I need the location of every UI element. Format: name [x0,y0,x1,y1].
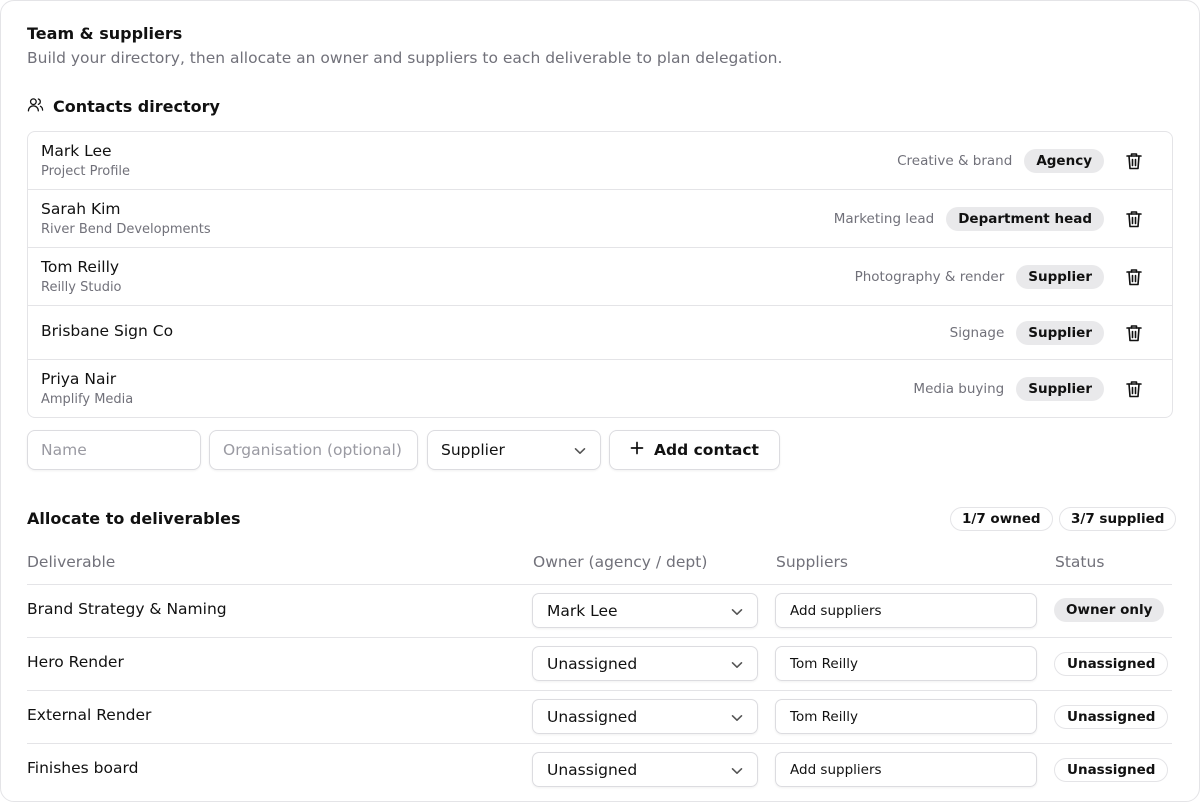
contact-type-value: Supplier [441,441,505,459]
status-badge: Unassigned [1054,652,1169,676]
contact-role: Signage [949,324,1005,341]
contact-row: Sarah Kim River Bend Developments Market… [28,190,1172,248]
contact-row: Mark Lee Project Profile Creative & bran… [28,132,1172,190]
contact-row: Brisbane Sign Co Signage Supplier [28,306,1172,360]
contact-row: Priya Nair Amplify Media Media buying Su… [28,360,1172,417]
contact-type-badge: Agency [1024,148,1104,173]
column-header-owner: Owner (agency / dept) [533,553,708,571]
column-header-status: Status [1055,553,1105,571]
contact-row: Tom Reilly Reilly Studio Photography & r… [28,248,1172,306]
divider [27,584,1172,585]
contact-type-badge: Department head [946,206,1104,231]
chevron-down-icon [574,441,586,459]
suppliers-field[interactable]: Add suppliers [775,593,1037,628]
name-input-placeholder: Name [41,441,87,459]
contact-organisation: Reilly Studio [41,280,122,295]
page-subtitle: Build your directory, then allocate an o… [27,49,783,67]
divider [27,690,1172,691]
add-contact-button[interactable]: Add contact [609,430,780,470]
column-header-deliverable: Deliverable [27,553,116,571]
page-title: Team & suppliers [27,24,183,43]
contacts-list: Mark Lee Project Profile Creative & bran… [27,131,1173,418]
status-badge: Unassigned [1054,758,1169,782]
contact-organisation: Amplify Media [41,392,134,407]
chevron-down-icon [731,708,743,726]
owner-select[interactable]: Mark Lee [532,593,758,628]
contact-type-select[interactable]: Supplier [427,430,601,470]
contact-name: Priya Nair [41,370,117,388]
allocate-deliverables-title: Allocate to deliverables [27,509,241,528]
divider [27,637,1172,638]
owner-select[interactable]: Unassigned [532,699,758,734]
suppliers-value: Add suppliers [790,761,882,778]
column-header-suppliers: Suppliers [776,553,848,571]
trash-icon[interactable] [1126,324,1142,342]
contact-type-badge: Supplier [1016,264,1104,289]
contact-name: Sarah Kim [41,200,121,218]
contact-role: Media buying [913,380,1005,397]
suppliers-field[interactable]: Tom Reilly [775,646,1037,681]
contact-name: Mark Lee [41,142,112,160]
trash-icon[interactable] [1126,268,1142,286]
supplied-count-badge: 3/7 supplied [1059,507,1177,531]
name-input[interactable]: Name [27,430,201,470]
owner-value: Unassigned [547,654,638,673]
deliverable-name: Hero Render [27,653,124,671]
trash-icon[interactable] [1126,210,1142,228]
plus-icon [630,441,644,459]
suppliers-value: Tom Reilly [790,708,858,725]
owned-count-badge: 1/7 owned [950,507,1053,531]
chevron-down-icon [731,761,743,779]
owner-value: Unassigned [547,760,638,779]
contact-type-badge: Supplier [1016,320,1104,345]
trash-icon[interactable] [1126,380,1142,398]
contacts-directory-heading: Contacts directory [27,96,220,117]
divider [27,743,1172,744]
contacts-directory-title: Contacts directory [53,97,220,116]
owner-select[interactable]: Unassigned [532,646,758,681]
owner-select[interactable]: Unassigned [532,752,758,787]
contact-organisation: River Bend Developments [41,222,211,237]
status-badge: Owner only [1054,598,1165,622]
deliverable-name: External Render [27,706,152,724]
deliverable-name: Finishes board [27,759,139,777]
suppliers-field[interactable]: Tom Reilly [775,699,1037,734]
contact-name: Tom Reilly [41,258,120,276]
status-badge: Unassigned [1054,705,1169,729]
suppliers-value: Tom Reilly [790,655,858,672]
contact-role: Photography & render [854,268,1005,285]
chevron-down-icon [731,655,743,673]
organisation-input-placeholder: Organisation (optional) [223,441,402,459]
suppliers-field[interactable]: Add suppliers [775,752,1037,787]
contact-role: Marketing lead [833,210,935,227]
owner-value: Mark Lee [547,601,618,620]
trash-icon[interactable] [1126,152,1142,170]
deliverable-name: Brand Strategy & Naming [27,600,227,618]
users-icon [27,96,44,117]
contact-organisation: Project Profile [41,164,131,179]
suppliers-value: Add suppliers [790,602,882,619]
owner-value: Unassigned [547,707,638,726]
contact-type-badge: Supplier [1016,376,1104,401]
contact-name: Brisbane Sign Co [41,322,174,340]
contact-role: Creative & brand [897,152,1013,169]
add-contact-label: Add contact [654,441,759,459]
chevron-down-icon [731,602,743,620]
organisation-input[interactable]: Organisation (optional) [209,430,418,470]
